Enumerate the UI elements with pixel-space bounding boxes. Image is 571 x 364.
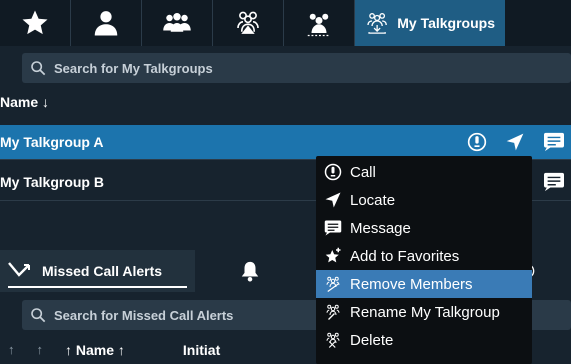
menu-item-delete[interactable]: Delete <box>316 326 532 354</box>
row-actions <box>467 125 565 159</box>
group-icon <box>163 13 191 32</box>
talkgroup-name: My Talkgroup B <box>0 174 104 190</box>
tab-talkgroups[interactable] <box>284 0 354 46</box>
tab-missed-call-alerts[interactable]: Missed Call Alerts <box>0 250 195 292</box>
menu-item-label: Remove Members <box>350 275 473 293</box>
talkgroup-icon <box>307 13 331 37</box>
missed-calls-column-headers: ↑ ↑ ↑ Name ↑ Initiat <box>8 342 220 358</box>
menu-item-rename[interactable]: Rename My Talkgroup <box>316 298 532 326</box>
context-menu: Call Locate Message Add to Favorites Rem… <box>316 156 532 364</box>
add-favorite-icon <box>325 247 341 263</box>
active-tab-indicator <box>8 286 187 288</box>
missed-call-search-placeholder: Search for Missed Call Alerts <box>54 307 234 323</box>
tab-groups[interactable] <box>142 0 212 46</box>
tab-broadcast-groups[interactable] <box>213 0 283 46</box>
locate-icon[interactable] <box>505 132 525 152</box>
menu-item-label: Message <box>350 219 411 237</box>
call-icon[interactable] <box>467 132 487 152</box>
tab-my-talkgroups[interactable]: My Talkgroups <box>355 0 505 46</box>
missed-call-icon <box>8 262 30 277</box>
remove-members-icon <box>326 276 340 292</box>
search-icon <box>31 308 46 323</box>
broadcast-group-icon <box>237 11 259 34</box>
row-actions <box>543 165 565 199</box>
menu-item-message[interactable]: Message <box>316 214 532 242</box>
message-icon <box>324 220 342 236</box>
talkgroup-name: My Talkgroup A <box>0 134 104 150</box>
initiator-column-header[interactable]: Initiat <box>183 342 220 358</box>
bell-icon <box>241 261 259 282</box>
person-icon <box>94 11 118 36</box>
menu-item-label: Call <box>350 163 376 181</box>
tab-my-talkgroups-label: My Talkgroups <box>397 15 495 31</box>
menu-item-locate[interactable]: Locate <box>316 186 532 214</box>
top-tab-bar: My Talkgroups <box>0 0 571 46</box>
call-icon <box>324 163 342 181</box>
delete-icon <box>326 332 340 348</box>
tab-favorites[interactable] <box>0 0 70 46</box>
name-column-header[interactable]: Name ↓ <box>0 94 49 110</box>
tab-contacts[interactable] <box>71 0 141 46</box>
sort-arrow[interactable]: ↑ <box>37 342 44 358</box>
my-talkgroups-icon <box>367 13 387 34</box>
locate-icon <box>325 192 341 208</box>
menu-item-remove-members[interactable]: Remove Members <box>316 270 532 298</box>
tab-alerts[interactable] <box>195 250 305 292</box>
menu-item-label: Rename My Talkgroup <box>350 303 500 321</box>
sort-arrow[interactable]: ↑ <box>8 342 15 358</box>
menu-item-add-to-favorites[interactable]: Add to Favorites <box>316 242 532 270</box>
name-column-header[interactable]: ↑ Name ↑ <box>65 342 125 358</box>
menu-item-call[interactable]: Call <box>316 158 532 186</box>
tab-missed-call-alerts-label: Missed Call Alerts <box>42 263 163 279</box>
search-input[interactable]: Search for My Talkgroups <box>22 53 571 83</box>
search-icon <box>31 61 46 76</box>
talkgroups-panel: My Talkgroups Search for My Talkgroups N… <box>0 0 571 364</box>
list-item[interactable]: My Talkgroup A <box>0 125 571 159</box>
menu-item-label: Locate <box>350 191 396 209</box>
star-icon <box>22 10 48 35</box>
rename-icon <box>326 304 340 320</box>
message-icon[interactable] <box>543 172 565 192</box>
search-placeholder: Search for My Talkgroups <box>54 60 213 76</box>
menu-item-label: Delete <box>350 331 394 349</box>
message-icon[interactable] <box>543 132 565 152</box>
menu-item-label: Add to Favorites <box>350 247 460 265</box>
